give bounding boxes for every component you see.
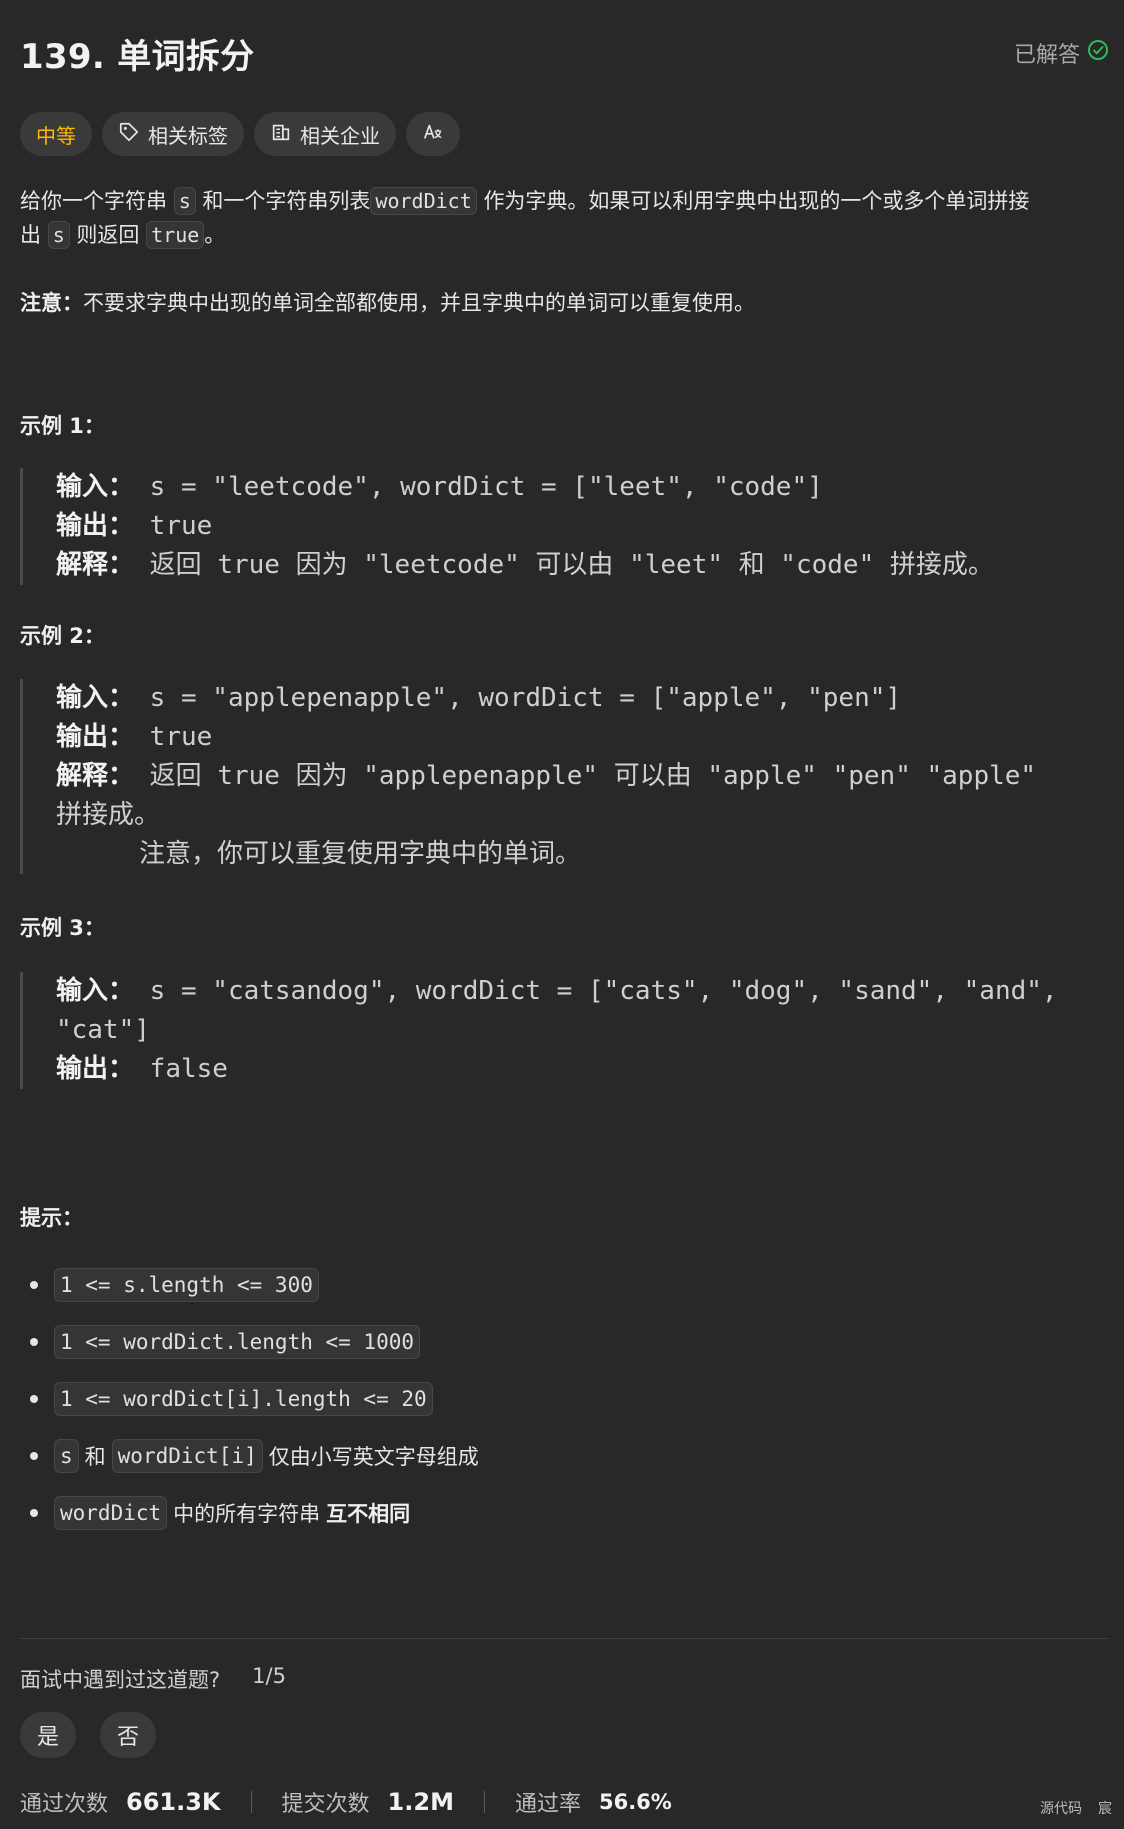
inline-code: wordDict[i] — [111, 1438, 263, 1473]
solved-status: 已解答 — [1014, 37, 1110, 69]
translate-icon — [422, 121, 444, 148]
problem-description-panel: 139. 单词拆分 已解答 中等 相关标签 相关企业 给你一个字符串 s 和一个… — [0, 0, 1124, 1829]
tag-icon — [118, 121, 140, 148]
explain-label: 解释： — [56, 550, 135, 580]
accepted-label: 通过次数 — [20, 1792, 109, 1817]
constraints-list: 1 <= s.length <= 300 1 <= wordDict.lengt… — [20, 1256, 485, 1541]
constraint-emphasis: 互不相同 — [326, 1501, 411, 1526]
example-title: 示例 2： — [20, 624, 105, 648]
example-block: 输入： s = "applepenapple", wordDict = ["ap… — [20, 679, 1110, 874]
example-input: s = "applepenapple", wordDict = ["apple"… — [149, 683, 902, 713]
statement-text: 出 — [20, 223, 41, 247]
example-block: 输入： s = "catsandog", wordDict = ["cats",… — [20, 972, 1110, 1089]
inline-code: 1 <= s.length <= 300 — [54, 1267, 319, 1302]
solved-label: 已解答 — [1013, 43, 1080, 68]
list-item: 1 <= wordDict.length <= 1000 — [20, 1313, 485, 1370]
list-item: wordDict 中的所有字符串 互不相同 — [20, 1484, 485, 1541]
input-label: 输入： — [56, 472, 135, 502]
page-title[interactable]: 139. 单词拆分 — [20, 29, 254, 78]
translate-button[interactable] — [406, 112, 460, 156]
example-output: true — [149, 722, 213, 752]
constraints-title: 提示： — [20, 1206, 83, 1230]
divider — [250, 1791, 252, 1813]
explain-label: 解释： — [56, 761, 135, 791]
list-item: 1 <= s.length <= 300 — [20, 1256, 485, 1313]
input-label: 输入： — [56, 976, 135, 1006]
statement-text: 。 — [204, 223, 226, 247]
problem-header: 139. 单词拆分 已解答 — [20, 28, 1110, 78]
interview-question: 面试中遇到过这道题? 1/5 — [20, 1664, 286, 1694]
constraint-text: 仅由小写英文字母组成 — [268, 1444, 479, 1469]
inline-code: wordDict — [370, 187, 477, 215]
divider — [20, 1638, 1110, 1639]
output-label: 输出： — [56, 511, 135, 541]
building-icon — [270, 121, 292, 148]
example-input: s = "leetcode", wordDict = ["leet", "cod… — [149, 472, 823, 502]
example-title: 示例 1： — [20, 414, 105, 438]
note-label: 注意： — [20, 291, 83, 315]
bullet — [30, 1508, 38, 1517]
statement-text: 给你一个字符串 — [20, 189, 167, 213]
example-input: s = "catsandog", wordDict = ["cats", "do… — [149, 976, 1058, 1006]
inline-code: s — [173, 187, 196, 215]
inline-code: 1 <= wordDict.length <= 1000 — [54, 1324, 421, 1359]
list-item: s 和 wordDict[i] 仅由小写英文字母组成 — [20, 1427, 485, 1484]
input-label: 输入： — [56, 683, 135, 713]
interview-answer-group: 是 否 — [20, 1712, 156, 1758]
related-tags-button[interactable]: 相关标签 — [102, 112, 244, 156]
acceptance-rate: 56.6% — [598, 1790, 672, 1814]
related-companies-button[interactable]: 相关企业 — [254, 112, 396, 156]
list-item: 1 <= wordDict[i].length <= 20 — [20, 1370, 485, 1427]
inline-code: true — [146, 221, 205, 249]
example-output: false — [149, 1054, 228, 1084]
inline-code: 1 <= wordDict[i].length <= 20 — [54, 1381, 433, 1416]
statement-text: 作为字典。如果可以利用字典中出现的一个或多个单词拼接 — [483, 189, 1030, 213]
example-explanation: 拼接成。 — [56, 800, 161, 830]
tag-bar: 中等 相关标签 相关企业 — [20, 112, 460, 156]
statement-text: 和一个字符串列表 — [202, 189, 371, 213]
constraint-text: 中的所有字符串 — [173, 1501, 321, 1526]
source-code-link[interactable]: 源代码 — [1040, 1798, 1082, 1818]
bullet — [30, 1337, 38, 1346]
constraint-text: 和 — [84, 1444, 106, 1469]
example-explanation: 注意，你可以重复使用字典中的单词。 — [139, 839, 582, 869]
check-circle-icon — [1086, 38, 1110, 68]
example-output: true — [149, 511, 213, 541]
statement-text: 则返回 — [76, 223, 140, 247]
output-label: 输出： — [56, 1054, 135, 1084]
difficulty-badge[interactable]: 中等 — [20, 112, 92, 156]
related-companies-label: 相关企业 — [300, 123, 380, 148]
note-paragraph: 注意：不要求字典中出现的单词全部都使用，并且字典中的单词可以重复使用。 — [20, 286, 755, 320]
bullet — [30, 1451, 38, 1460]
no-button[interactable]: 否 — [100, 1712, 156, 1758]
yes-button[interactable]: 是 — [20, 1712, 76, 1758]
corner-links: 源代码 宸 — [1040, 1798, 1112, 1818]
example-explanation: 返回 true 因为 "leetcode" 可以由 "leet" 和 "code… — [149, 550, 994, 580]
related-tags-label: 相关标签 — [148, 123, 228, 148]
stats-bar: 通过次数 661.3K 提交次数 1.2M 通过率 56.6% — [20, 1786, 672, 1818]
interview-count: 1/5 — [252, 1664, 286, 1688]
output-label: 输出： — [56, 722, 135, 752]
corner-extra[interactable]: 宸 — [1098, 1798, 1112, 1818]
divider — [483, 1791, 485, 1813]
inline-code: wordDict — [54, 1495, 168, 1530]
interview-question-text: 面试中遇到过这道题? — [20, 1668, 221, 1692]
inline-code: s — [47, 221, 70, 249]
example-input: "cat"] — [56, 1015, 150, 1045]
submissions-count: 1.2M — [387, 1788, 454, 1816]
acceptance-rate-label: 通过率 — [514, 1792, 581, 1817]
example-block: 输入： s = "leetcode", wordDict = ["leet", … — [20, 468, 1110, 585]
submissions-label: 提交次数 — [281, 1792, 370, 1817]
inline-code: s — [54, 1438, 79, 1473]
bullet — [30, 1394, 38, 1403]
difficulty-label: 中等 — [36, 123, 76, 148]
accepted-count: 661.3K — [126, 1788, 221, 1816]
example-explanation: 返回 true 因为 "applepenapple" 可以由 "apple" "… — [149, 761, 1037, 791]
problem-statement: 给你一个字符串 s 和一个字符串列表 wordDict 作为字典。如果可以利用字典… — [20, 184, 1110, 252]
example-title: 示例 3： — [20, 916, 105, 940]
bullet — [30, 1280, 38, 1289]
note-text: 不要求字典中出现的单词全部都使用，并且字典中的单词可以重复使用。 — [83, 291, 755, 315]
